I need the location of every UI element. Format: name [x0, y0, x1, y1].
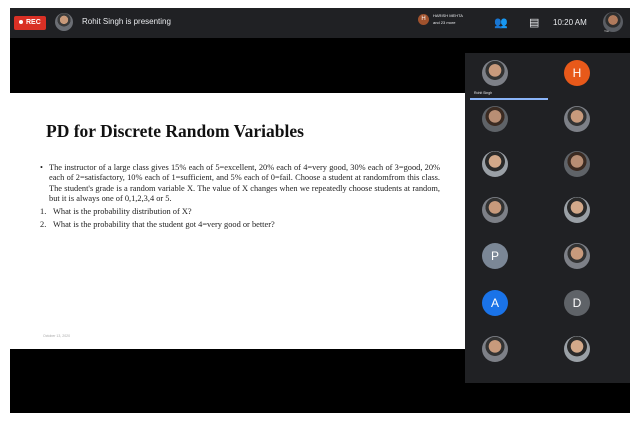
- self-label: You: [604, 29, 610, 33]
- recording-badge: REC: [14, 16, 46, 30]
- slide-title: PD for Discrete Random Variables: [46, 121, 304, 141]
- participant-video-tile[interactable]: [482, 60, 508, 86]
- question-text: What is the probability that the student…: [53, 220, 275, 230]
- people-icon[interactable]: 👥: [494, 16, 508, 29]
- participant-video-tile[interactable]: [564, 243, 590, 269]
- participant-video-tile[interactable]: [482, 106, 508, 132]
- participant-video-tile[interactable]: [482, 151, 508, 177]
- question-number: 1.: [40, 207, 47, 217]
- tile-label-presenter: Rohit Singh: [474, 91, 493, 95]
- participant-video-tile[interactable]: [564, 151, 590, 177]
- bullet-icon: •: [40, 163, 43, 172]
- recording-label: REC: [26, 19, 41, 26]
- top-bar: REC Rohit Singh is presenting H HARISH M…: [10, 8, 630, 38]
- participant-initial-avatar[interactable]: A: [482, 290, 508, 316]
- shared-slide: PD for Discrete Random Variables • The i…: [10, 93, 465, 349]
- presenting-status: Rohit Singh is presenting: [82, 17, 171, 26]
- host-name: HARISH MEHTA: [433, 13, 463, 18]
- participant-initial-avatar[interactable]: P: [482, 243, 508, 269]
- slide-footer-date: October 13, 2020: [43, 334, 71, 338]
- chat-icon[interactable]: ▤: [529, 16, 539, 29]
- slide-paragraph: The instructor of a large class gives 15…: [49, 163, 440, 203]
- record-dot-icon: [19, 20, 23, 25]
- participant-initial-avatar[interactable]: H: [564, 60, 590, 86]
- bullet-item: • The instructor of a large class gives …: [40, 163, 440, 204]
- slide-body: • The instructor of a large class gives …: [40, 163, 440, 231]
- participant-initial-avatar[interactable]: D: [564, 290, 590, 316]
- participant-count: and 23 more: [433, 20, 456, 25]
- participant-video-tile[interactable]: [564, 106, 590, 132]
- clock: 10:20 AM: [553, 18, 587, 27]
- participant-grid: Rohit Singh H PA D: [465, 53, 630, 383]
- question-item: 1. What is the probability distribution …: [40, 207, 440, 217]
- participant-video-tile[interactable]: [564, 197, 590, 223]
- question-item: 2. What is the probability that the stud…: [40, 220, 440, 230]
- presenter-avatar: [55, 13, 73, 31]
- participant-video-tile[interactable]: [564, 336, 590, 362]
- active-speaker-indicator: [470, 98, 548, 100]
- participant-video-tile[interactable]: [482, 197, 508, 223]
- participant-video-tile[interactable]: [482, 336, 508, 362]
- meeting-window: REC Rohit Singh is presenting H HARISH M…: [10, 8, 630, 413]
- question-number: 2.: [40, 220, 47, 230]
- question-text: What is the probability distribution of …: [53, 207, 192, 217]
- host-avatar[interactable]: H: [418, 14, 429, 25]
